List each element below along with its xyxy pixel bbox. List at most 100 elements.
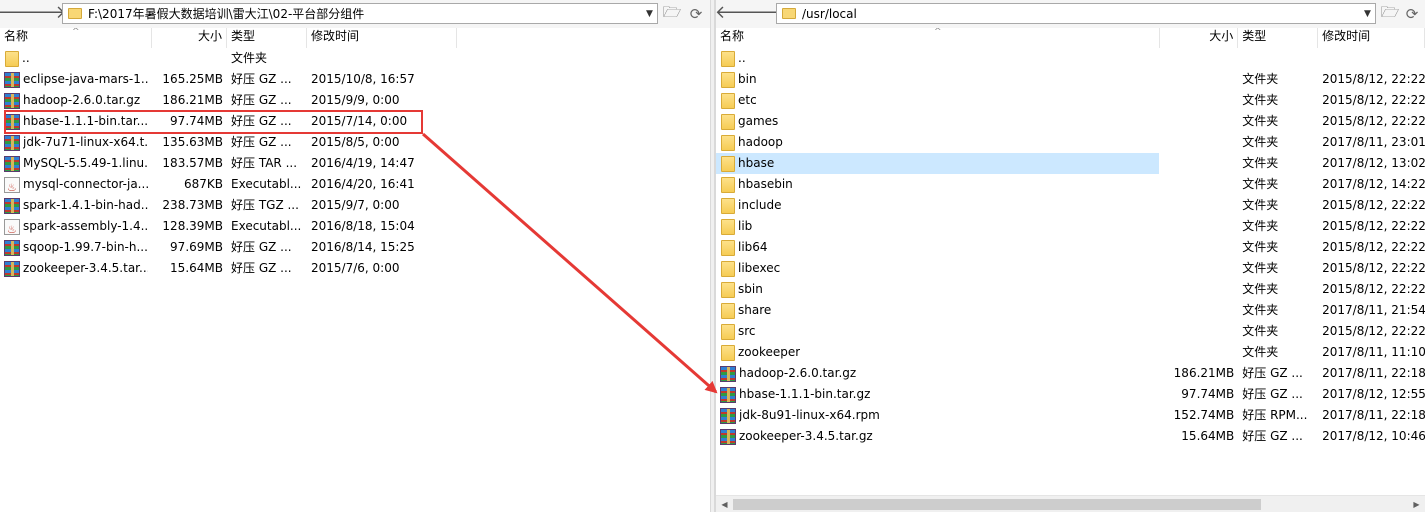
file-modified: 2017/8/12, 10:46 — [1322, 429, 1425, 443]
forward-arrow-icon[interactable]: 🡒 — [18, 3, 66, 23]
open-folder-icon[interactable]: 🗁 — [1380, 3, 1400, 24]
file-name: bin — [738, 72, 757, 86]
file-name-cell[interactable]: hadoop-2.6.0.tar.gz — [0, 90, 152, 111]
file-row[interactable]: eclipse-java-mars-1... 165.25MB 好压 GZ ... 2… — [0, 69, 710, 90]
refresh-icon[interactable]: ⟳ — [686, 4, 706, 24]
scroll-right-icon[interactable]: ▶ — [1408, 496, 1425, 512]
column-type[interactable]: 类型 — [1238, 28, 1319, 48]
left-path-text[interactable]: F:\2017年暑假大数据培训\雷大江\02-平台部分组件 — [88, 5, 641, 22]
column-type[interactable]: 类型 — [227, 28, 307, 48]
file-row[interactable]: zookeeper-3.4.5.tar.... 15.64MB 好压 GZ ... 2… — [0, 258, 710, 279]
file-name-cell[interactable]: .. — [0, 48, 152, 69]
chevron-down-icon[interactable]: ▼ — [641, 4, 657, 23]
file-name-cell[interactable]: hadoop — [716, 132, 1160, 153]
file-row[interactable]: include 文件夹 2015/8/12, 22:22 — [716, 195, 1425, 216]
file-name-cell[interactable]: hbasebin — [716, 174, 1160, 195]
horizontal-scrollbar[interactable]: ◀ ▶ — [716, 495, 1425, 512]
file-row[interactable]: libexec 文件夹 2015/8/12, 22:22 — [716, 258, 1425, 279]
file-name-cell[interactable]: include — [716, 195, 1160, 216]
file-name-cell[interactable]: mysql-connector-ja... — [0, 174, 152, 195]
file-name-cell[interactable]: jdk-8u91-linux-x64.rpm — [716, 405, 1160, 426]
file-row[interactable]: zookeeper 文件夹 2017/8/11, 11:10 — [716, 342, 1425, 363]
file-row[interactable]: MySQL-5.5.49-1.linu... 183.57MB 好压 TAR ...… — [0, 153, 710, 174]
file-row[interactable]: lib64 文件夹 2015/8/12, 22:22 — [716, 237, 1425, 258]
file-modified: 2017/8/12, 13:02 — [1322, 156, 1425, 170]
file-name-cell[interactable]: MySQL-5.5.49-1.linu... — [0, 153, 152, 174]
folder-icon — [721, 281, 735, 298]
refresh-icon[interactable]: ⟳ — [1402, 4, 1422, 24]
file-row[interactable]: hbase-1.1.1-bin.tar.gz 97.74MB 好压 GZ ... 20… — [716, 384, 1425, 405]
file-row[interactable]: zookeeper-3.4.5.tar.gz 15.64MB 好压 GZ ... 20… — [716, 426, 1425, 447]
column-modified[interactable]: 修改时间 — [1318, 28, 1425, 48]
file-row[interactable]: src 文件夹 2015/8/12, 22:22 — [716, 321, 1425, 342]
file-row[interactable]: mysql-connector-ja... 687KB Executabl... 20… — [0, 174, 710, 195]
file-row[interactable]: hadoop-2.6.0.tar.gz 186.21MB 好压 GZ ... 2015… — [0, 90, 710, 111]
file-name-cell[interactable]: hbase — [716, 153, 1160, 174]
file-name-cell[interactable]: jdk-7u71-linux-x64.t... — [0, 132, 152, 153]
open-folder-icon[interactable]: 🗁 — [662, 3, 682, 24]
file-name-cell[interactable]: spark-1.4.1-bin-had... — [0, 195, 152, 216]
file-name-cell[interactable]: games — [716, 111, 1160, 132]
column-modified[interactable]: 修改时间 — [307, 28, 457, 48]
file-row[interactable]: etc 文件夹 2015/8/12, 22:22 — [716, 90, 1425, 111]
file-type: 文件夹 — [1242, 324, 1279, 338]
file-name-cell[interactable]: share — [716, 300, 1160, 321]
file-name: share — [738, 303, 772, 317]
folder-icon — [721, 323, 735, 340]
file-row[interactable]: hadoop-2.6.0.tar.gz 186.21MB 好压 GZ ... 2017… — [716, 363, 1425, 384]
file-row[interactable]: spark-assembly-1.4.... 128.39MB Executabl.… — [0, 216, 710, 237]
file-name-cell[interactable]: eclipse-java-mars-1... — [0, 69, 152, 90]
file-name-cell[interactable]: zookeeper — [716, 342, 1160, 363]
file-row[interactable]: spark-1.4.1-bin-had... 238.73MB 好压 TGZ ...… — [0, 195, 710, 216]
forward-arrow-icon[interactable]: 🡒 — [739, 3, 787, 23]
file-name-cell[interactable]: src — [716, 321, 1160, 342]
file-row[interactable]: sqoop-1.99.7-bin-h... 97.69MB 好压 GZ ... 201… — [0, 237, 710, 258]
file-row[interactable]: share 文件夹 2017/8/11, 21:54 — [716, 300, 1425, 321]
chevron-down-icon[interactable]: ▼ — [1359, 4, 1375, 23]
file-row[interactable]: sbin 文件夹 2015/8/12, 22:22 — [716, 279, 1425, 300]
right-file-pane: 🡐 🡒 /usr/local ▼ 🗁 ⟳ 名称 ^ 大小 类型 修改时间 .. bi… — [715, 0, 1425, 512]
right-file-list: .. bin 文件夹 2015/8/12, 22:22 etc 文件夹 2015/8/12,… — [716, 48, 1425, 447]
file-size — [1160, 279, 1238, 300]
file-name-cell[interactable]: lib — [716, 216, 1160, 237]
file-name-cell[interactable]: hbase-1.1.1-bin.tar.gz — [716, 384, 1160, 405]
file-name-cell[interactable]: bin — [716, 69, 1160, 90]
file-row[interactable]: .. 文件夹 — [0, 48, 710, 69]
scrollbar-thumb[interactable] — [733, 499, 1261, 510]
file-name-cell[interactable]: zookeeper-3.4.5.tar.... — [0, 258, 152, 279]
file-type: 文件夹 — [231, 51, 268, 65]
file-row[interactable]: hbase 文件夹 2017/8/12, 13:02 — [716, 153, 1425, 174]
file-name-cell[interactable]: libexec — [716, 258, 1160, 279]
file-row[interactable]: hadoop 文件夹 2017/8/11, 23:01 — [716, 132, 1425, 153]
file-row[interactable]: bin 文件夹 2015/8/12, 22:22 — [716, 69, 1425, 90]
file-row[interactable]: .. — [716, 48, 1425, 69]
file-row[interactable]: games 文件夹 2015/8/12, 22:22 — [716, 111, 1425, 132]
file-row[interactable]: jdk-8u91-linux-x64.rpm 152.74MB 好压 RPM... 2… — [716, 405, 1425, 426]
column-size[interactable]: 大小 — [152, 28, 227, 48]
file-modified: 2017/8/11, 22:18 — [1322, 408, 1425, 422]
right-path-text[interactable]: /usr/local — [802, 7, 1359, 21]
file-name-cell[interactable]: zookeeper-3.4.5.tar.gz — [716, 426, 1160, 447]
scroll-left-icon[interactable]: ◀ — [716, 496, 733, 512]
folder-icon — [721, 197, 735, 214]
file-name: games — [738, 114, 779, 128]
file-row[interactable]: lib 文件夹 2015/8/12, 22:22 — [716, 216, 1425, 237]
file-name-cell[interactable]: .. — [716, 48, 1160, 69]
file-size — [1160, 69, 1238, 90]
folder-icon — [721, 239, 735, 256]
file-name-cell[interactable]: lib64 — [716, 237, 1160, 258]
right-address-bar[interactable]: /usr/local ▼ — [776, 3, 1376, 24]
file-row[interactable]: hbasebin 文件夹 2017/8/12, 14:22 — [716, 174, 1425, 195]
file-size — [1160, 300, 1238, 321]
column-name[interactable]: 名称 ^ — [716, 28, 1161, 48]
file-row[interactable]: jdk-7u71-linux-x64.t... 135.63MB 好压 GZ ...… — [0, 132, 710, 153]
file-name-cell[interactable]: hadoop-2.6.0.tar.gz — [716, 363, 1160, 384]
column-size[interactable]: 大小 — [1160, 28, 1239, 48]
column-name[interactable]: 名称 ^ — [0, 28, 152, 48]
left-address-bar[interactable]: F:\2017年暑假大数据培训\雷大江\02-平台部分组件 ▼ — [62, 3, 658, 24]
file-name-cell[interactable]: spark-assembly-1.4.... — [0, 216, 152, 237]
file-name-cell[interactable]: etc — [716, 90, 1160, 111]
file-name-cell[interactable]: sbin — [716, 279, 1160, 300]
file-name-cell[interactable]: sqoop-1.99.7-bin-h... — [0, 237, 152, 258]
file-size — [1160, 48, 1238, 69]
